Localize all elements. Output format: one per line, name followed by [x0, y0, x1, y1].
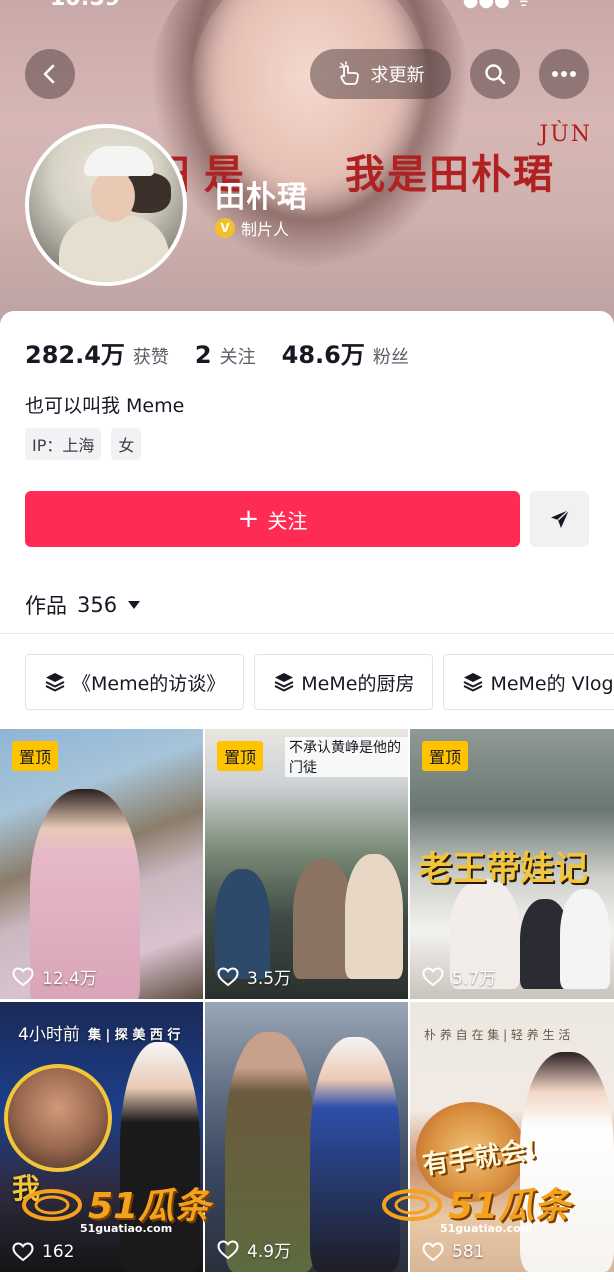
- video-thumbnail[interactable]: 不承认黄峥是他的门徒 置顶 3.5万: [205, 729, 408, 999]
- tag-gender: 女: [111, 428, 142, 460]
- collection-interviews-label: 《Meme的访谈》: [72, 672, 226, 695]
- section-divider: [0, 633, 614, 634]
- stat-likes-label: 获赞: [132, 347, 169, 368]
- video-caption-top: 朴 养 自 在 集 | 轻 养 生 活: [424, 1028, 571, 1042]
- heart-icon: [217, 966, 239, 986]
- video-thumbnail[interactable]: 置顶 12.4万: [0, 729, 203, 999]
- video-likes: 162: [12, 1242, 74, 1262]
- works-count: 356: [77, 593, 118, 617]
- stat-following[interactable]: 2 关注: [195, 341, 256, 369]
- collections-row: 《Meme的访谈》 MeMe的厨房 MeMe的 Vlog: [25, 654, 614, 710]
- thumbnail-figure: [345, 854, 403, 979]
- avatar-face: [91, 170, 135, 222]
- heart-icon: [12, 1242, 34, 1262]
- collection-vlog-label: MeMe的 Vlog: [490, 672, 614, 695]
- stat-followers-value: 48.6万: [281, 341, 365, 369]
- profile-tags: IP：上海 女: [25, 428, 142, 460]
- works-label: 作品: [25, 594, 67, 618]
- hand-point-icon: [338, 61, 359, 85]
- video-thumbnail[interactable]: 老王带娃记 置顶 5.7万: [410, 729, 614, 999]
- thumbnail-figure: [293, 859, 353, 979]
- video-likes-count: 12.4万: [42, 969, 97, 989]
- stat-following-label: 关注: [219, 347, 256, 368]
- video-caption-top: 集 | 探 美 西 行: [88, 1028, 181, 1043]
- pinned-badge: 置顶: [12, 741, 59, 771]
- collection-kitchen[interactable]: MeMe的厨房: [254, 654, 434, 710]
- follow-label: 关注: [267, 508, 308, 533]
- video-likes-count: 3.5万: [247, 969, 292, 989]
- inset-portrait: [4, 1064, 112, 1172]
- stat-followers-label: 粉丝: [372, 347, 409, 368]
- watermark-right: 51瓜条 51guatiao.com: [380, 1180, 570, 1235]
- status-time: 10:59: [50, 0, 120, 11]
- chevron-left-icon: [43, 64, 55, 84]
- collection-vlog[interactable]: MeMe的 Vlog: [443, 654, 614, 710]
- watermark-logo-icon: [22, 1189, 82, 1221]
- send-icon: [550, 509, 569, 528]
- banner-slogan: 我是田朴珺: [345, 151, 555, 198]
- stat-likes-value: 282.4万: [25, 341, 125, 369]
- heart-icon: [422, 1242, 444, 1262]
- watermark-left: 51瓜条 51guatiao.com: [20, 1180, 210, 1235]
- profile-nickname: 田朴珺: [215, 180, 308, 215]
- avatar-cap: [84, 146, 154, 176]
- profile-bio: 也可以叫我 Meme: [25, 395, 185, 417]
- heart-icon: [217, 1239, 239, 1259]
- collection-kitchen-label: MeMe的厨房: [301, 672, 415, 695]
- caret-down-icon: [128, 601, 141, 609]
- video-likes-count: 4.9万: [247, 1242, 292, 1262]
- time-badge: 4小时前: [18, 1025, 80, 1045]
- watermark-url: 51guatiao.com: [440, 1222, 533, 1235]
- thumbnail-figure: [215, 869, 270, 979]
- more-icon: [552, 71, 576, 77]
- profile-role-label: 制片人: [241, 220, 290, 239]
- video-likes-count: 581: [452, 1242, 485, 1262]
- profile-role: V 制片人: [215, 216, 289, 240]
- back-button[interactable]: [25, 49, 75, 99]
- stat-followers[interactable]: 48.6万 粉丝: [282, 335, 409, 370]
- collection-interviews[interactable]: 《Meme的访谈》: [25, 654, 245, 710]
- thumbnail-figure: [120, 1042, 200, 1272]
- pinned-badge: 置顶: [422, 741, 469, 771]
- avatar-jacket: [59, 216, 169, 282]
- video-likes: 3.5万: [217, 964, 291, 989]
- video-thumbnail[interactable]: 4.9万: [205, 1002, 408, 1272]
- request-update-button[interactable]: 求更新: [310, 49, 451, 99]
- request-update-label: 求更新: [370, 65, 425, 86]
- heart-icon: [422, 966, 444, 986]
- video-likes: 5.7万: [422, 964, 496, 989]
- video-likes: 4.9万: [217, 1237, 291, 1262]
- video-caption-big: 老王带娃记: [418, 849, 588, 889]
- stat-following-value: 2: [194, 341, 212, 369]
- more-button[interactable]: [539, 49, 589, 99]
- verified-badge-icon: V: [215, 218, 235, 238]
- heart-icon: [12, 966, 34, 986]
- tab-works[interactable]: 作品 356: [25, 590, 141, 620]
- follow-button[interactable]: + 关注: [25, 491, 520, 547]
- thumbnail-figure: [560, 889, 610, 989]
- video-likes: 12.4万: [12, 964, 97, 989]
- tag-ip-location: IP：上海: [25, 428, 102, 460]
- thumbnail-figure: [310, 1037, 400, 1272]
- layers-icon: [274, 673, 294, 692]
- avatar[interactable]: [25, 124, 187, 286]
- video-likes-count: 5.7万: [452, 969, 497, 989]
- layers-icon: [464, 673, 483, 692]
- layers-icon: [45, 673, 65, 692]
- search-button[interactable]: [470, 49, 520, 99]
- pinned-badge: 置顶: [217, 741, 264, 771]
- search-icon: [485, 64, 506, 85]
- profile-stats: 282.4万 获赞 2 关注 48.6万 粉丝: [25, 335, 409, 370]
- watermark-url: 51guatiao.com: [80, 1222, 173, 1235]
- watermark-logo-icon: [382, 1189, 442, 1221]
- video-caption-top: 不承认黄峥是他的门徒: [285, 737, 408, 777]
- message-button[interactable]: [530, 491, 589, 547]
- thumbnail-figure: [225, 1032, 315, 1272]
- video-likes: 581: [422, 1242, 484, 1262]
- status-signal: ●●● ᯤ: [462, 0, 532, 11]
- video-likes-count: 162: [42, 1242, 75, 1262]
- plus-icon: +: [237, 504, 260, 534]
- stat-likes[interactable]: 282.4万 获赞: [25, 335, 169, 370]
